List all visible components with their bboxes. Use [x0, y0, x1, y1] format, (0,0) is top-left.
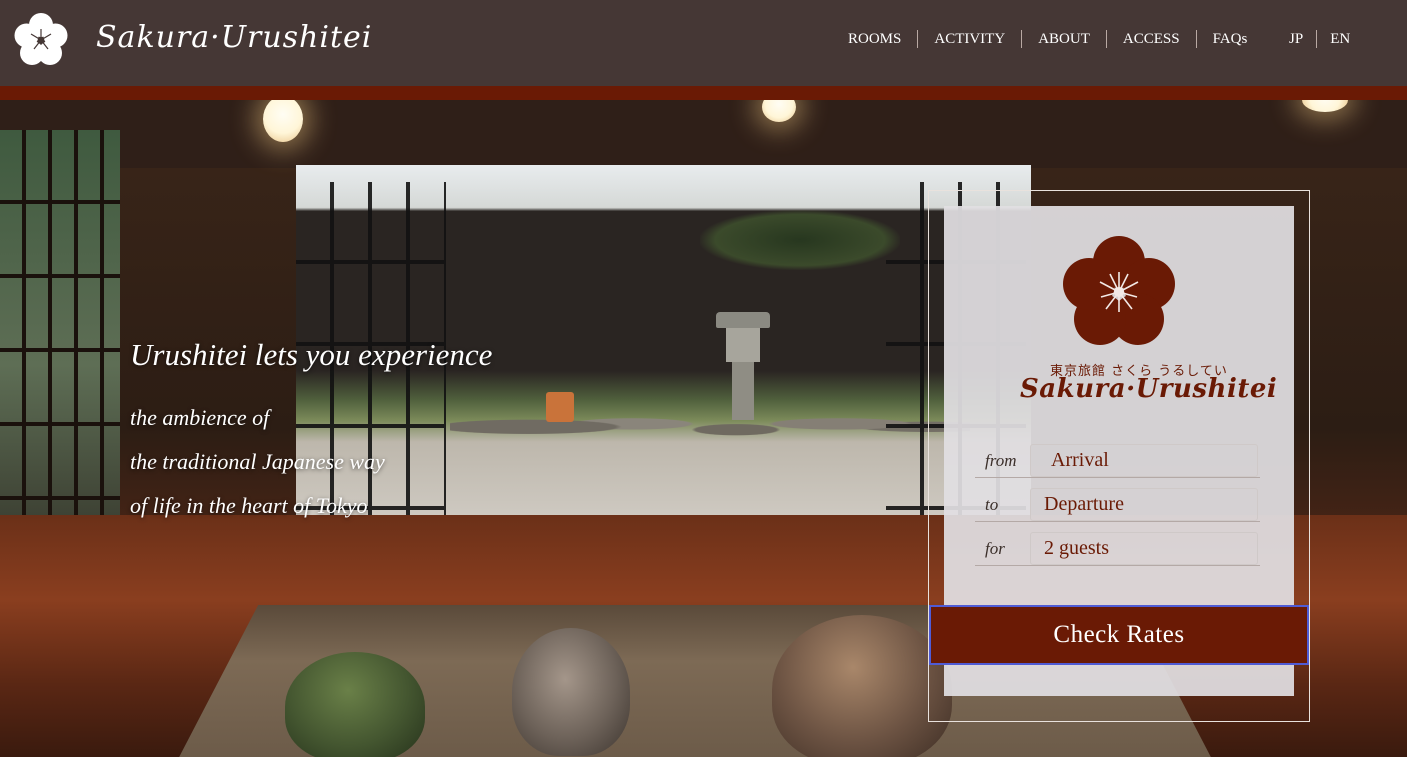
- pine-tree: [700, 210, 900, 270]
- panel-brand-logotype: Sakura·Urushitei: [1020, 374, 1278, 404]
- field-divider: [975, 521, 1260, 522]
- lang-jp[interactable]: JP: [1276, 30, 1318, 48]
- for-label: for: [985, 539, 1005, 558]
- language-switcher: JP EN: [1276, 30, 1363, 48]
- nav-activity[interactable]: ACTIVITY: [918, 30, 1023, 48]
- to-label: to: [985, 495, 999, 514]
- nav-about[interactable]: ABOUT: [1022, 30, 1107, 48]
- arrival-date-input[interactable]: [1030, 444, 1258, 477]
- hero-line-3: of life in the heart of Tokyo: [130, 493, 368, 518]
- brand-logotype[interactable]: Sakura·Urushitei: [96, 20, 372, 55]
- stone-lantern: [716, 312, 770, 422]
- hero-line-1: the ambience of: [130, 405, 270, 430]
- iron-kettle: [512, 628, 630, 756]
- wooden-bucket: [546, 392, 574, 422]
- nav-access[interactable]: ACCESS: [1107, 30, 1197, 48]
- main-nav: ROOMS ACTIVITY ABOUT ACCESS FAQs: [832, 30, 1263, 48]
- guests-select[interactable]: [1030, 532, 1258, 565]
- site-header: Sakura·Urushitei ROOMS ACTIVITY ABOUT AC…: [0, 0, 1407, 86]
- bronze-pot: [772, 615, 952, 757]
- lang-en[interactable]: EN: [1317, 30, 1363, 48]
- field-divider: [975, 477, 1260, 478]
- nav-faqs[interactable]: FAQs: [1197, 30, 1264, 48]
- header-accent-stripe: [0, 86, 1407, 100]
- check-rates-button[interactable]: Check Rates: [929, 605, 1309, 665]
- from-label: from: [985, 451, 1017, 470]
- hero-line-2: the traditional Japanese way: [130, 449, 385, 474]
- departure-date-input[interactable]: [1030, 488, 1258, 521]
- nav-rooms[interactable]: ROOMS: [832, 30, 919, 48]
- field-divider: [975, 565, 1260, 566]
- hero-title: Urushitei lets you experience: [130, 337, 493, 372]
- ceiling-beam: [0, 100, 1407, 168]
- sakura-logo-icon[interactable]: [14, 13, 68, 67]
- sakura-emblem-icon: [1063, 236, 1175, 345]
- green-pot: [285, 652, 425, 757]
